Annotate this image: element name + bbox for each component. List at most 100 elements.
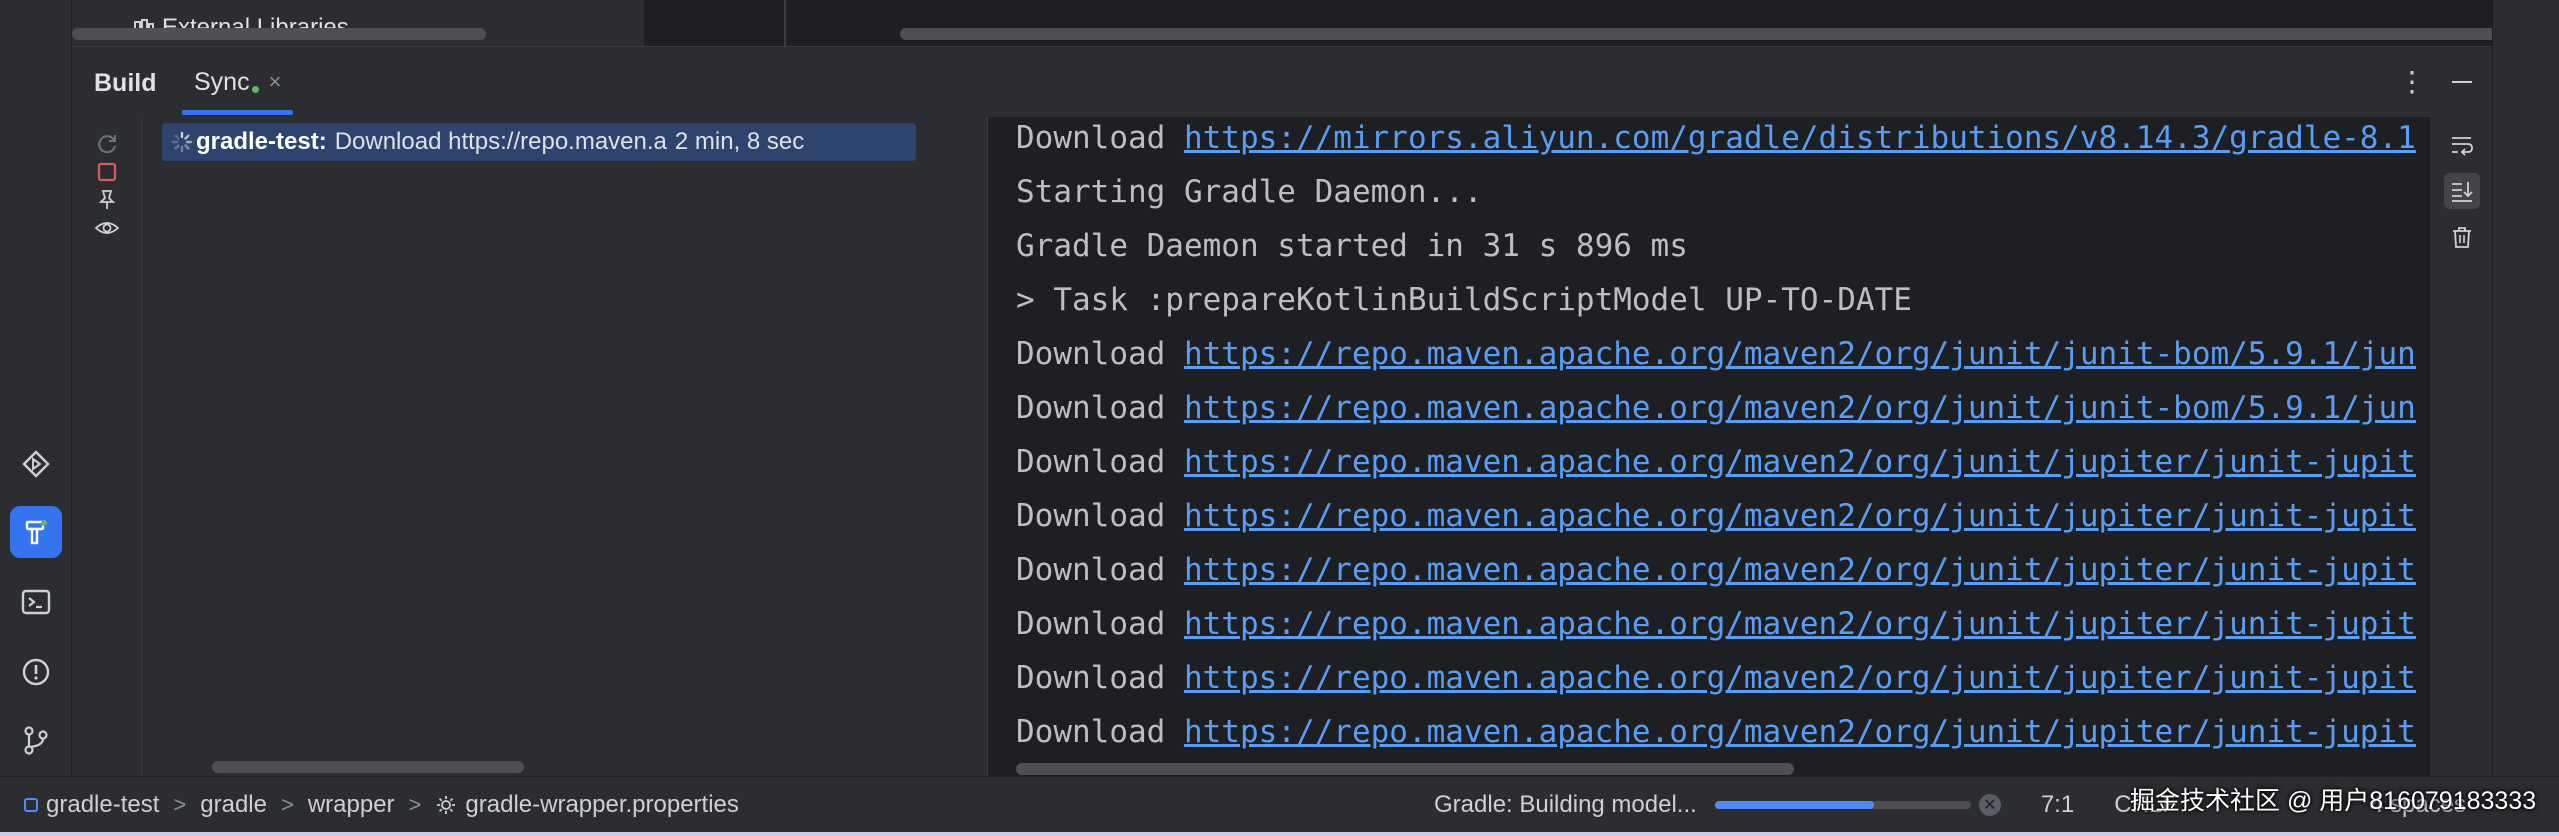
left-tool-strip [0,0,72,776]
console-output: Download https://mirrors.aliyun.com/grad… [1016,117,2416,759]
console-link[interactable]: https://repo.maven.apache.org/maven2/org… [1184,444,2416,480]
clear-console-button[interactable] [2444,219,2480,255]
chevron-right-icon: > [173,792,187,817]
build-tool-button[interactable] [10,506,62,558]
console-text: Download [1016,552,1184,588]
top-area: External Libraries [72,0,2504,46]
console-line: Download https://repo.maven.apache.org/m… [1016,489,2416,543]
tree-scrollbar[interactable] [72,28,486,40]
console-horizontal-scrollbar[interactable] [1016,763,1794,775]
tool-window-header: Build Sync × ⋮ [72,47,2492,117]
git-branch-icon [24,726,48,755]
build-tool-window: Build Sync × ⋮ gradle-test: Download htt… [72,46,2492,777]
console-text: Starting Gradle Daemon... [1016,174,1483,210]
breadcrumb-label: wrapper [307,791,395,818]
close-icon[interactable]: × [269,69,282,95]
problems-tool-button[interactable] [10,646,62,698]
build-project-name: gradle-test: [196,128,327,155]
console-text: > Task :prepareKotlinBuildScriptModel UP… [1016,282,1912,318]
status-right-group: Gradle: Building model... ✕ 7:1 CRLF [1434,791,2177,819]
console-link[interactable]: https://repo.maven.apache.org/maven2/org… [1184,714,2416,750]
problems-icon [22,658,50,686]
console-link[interactable]: https://repo.maven.apache.org/maven2/org… [1184,336,2416,372]
console-link[interactable]: https://repo.maven.apache.org/maven2/org… [1184,390,2416,426]
run-icon [22,450,50,478]
console-text: Download [1016,714,1184,750]
build-message: Download https://repo.maven.a [334,128,667,155]
active-tab-indicator [182,110,294,115]
window-bottom-border [0,832,2559,836]
chevron-right-icon: > [280,792,294,817]
watermark: 掘金技术社区 @ 用户816079183333 [2130,787,2537,815]
console-text: Download [1016,120,1184,156]
stop-icon [97,162,117,182]
terminal-tool-button[interactable] [10,576,62,628]
project-tree: External Libraries [72,0,644,46]
breadcrumb-label: gradle-wrapper.properties [465,791,739,818]
console-line: Download https://repo.maven.apache.org/m… [1016,597,2416,651]
breadcrumb-label: gradle-test [46,791,160,818]
minimize-icon[interactable] [2452,81,2472,83]
tool-window-title: Build [94,69,157,97]
eye-icon [94,222,120,234]
cursor-position[interactable]: 7:1 [2041,791,2074,819]
tab-label: Sync [194,67,250,96]
build-tree-panel: gradle-test: Download https://repo.maven… [142,117,987,777]
console-line: Download https://repo.maven.apache.org/m… [1016,327,2416,381]
task-progress-fill [1714,801,1874,809]
console-line: Download https://repo.maven.apache.org/m… [1016,543,2416,597]
hammer-icon [25,520,47,545]
console-link[interactable]: https://repo.maven.apache.org/maven2/org… [1184,498,2416,534]
console-line: Download https://repo.maven.apache.org/m… [1016,435,2416,489]
module-icon [24,798,38,812]
build-toolbar [72,117,142,777]
scroll-to-end-button[interactable] [2444,173,2480,209]
console-line: Download https://repo.maven.apache.org/m… [1016,705,2416,759]
breadcrumb-file[interactable]: gradle-wrapper.properties [435,791,739,819]
console-link[interactable]: https://mirrors.aliyun.com/gradle/distri… [1184,120,2416,156]
tree-horizontal-scrollbar[interactable] [212,761,524,773]
editor-scrollbar[interactable] [900,28,2504,40]
tab-sync[interactable]: Sync × [182,47,294,117]
background-task-label[interactable]: Gradle: Building model... [1434,791,1697,819]
console-text: Download [1016,390,1184,426]
console-line: Starting Gradle Daemon... [1016,165,2416,219]
console-text: Download [1016,660,1184,696]
right-tool-strip [2492,0,2559,776]
task-progress-bar [1714,801,1971,809]
console-text: Download [1016,498,1184,534]
console-link[interactable]: https://repo.maven.apache.org/maven2/org… [1184,660,2416,696]
editor-gutter-divider [784,0,786,46]
console-text: Download [1016,336,1184,372]
cancel-task-icon[interactable]: ✕ [1978,794,2001,816]
build-tree-row[interactable]: gradle-test: Download https://repo.maven… [162,123,916,161]
chevron-right-icon: > [408,792,422,817]
breadcrumb-wrapper[interactable]: wrapper [308,791,395,819]
console-line: Download https://repo.maven.apache.org/m… [1016,381,2416,435]
soft-wrap-icon [2452,137,2473,156]
run-tool-button[interactable] [10,438,62,490]
more-options-icon[interactable]: ⋮ [2398,65,2426,98]
breadcrumb-gradle[interactable]: gradle [200,791,267,819]
gear-icon [437,796,456,814]
console-line: Download https://repo.maven.apache.org/m… [1016,651,2416,705]
console-text: Download [1016,606,1184,642]
status-bar: gradle-test > gradle > wrapper > gradle-… [0,776,2559,832]
console-link[interactable]: https://repo.maven.apache.org/maven2/org… [1184,606,2416,642]
console-line: Gradle Daemon started in 31 s 896 ms [1016,219,2416,273]
git-tool-button[interactable] [10,714,62,766]
build-duration: 2 min, 8 sec [674,128,805,155]
terminal-icon [21,589,51,615]
console-side-toolbar [2430,117,2492,777]
soft-wrap-button[interactable] [2444,127,2480,163]
breadcrumb-label: gradle [200,791,267,818]
build-console: Download https://mirrors.aliyun.com/grad… [987,117,2492,777]
console-text: Gradle Daemon started in 31 s 896 ms [1016,228,1688,264]
refresh-icon [98,135,116,154]
console-line: Download https://mirrors.aliyun.com/grad… [1016,117,2416,165]
console-text: Download [1016,444,1184,480]
console-link[interactable]: https://repo.maven.apache.org/maven2/org… [1184,552,2416,588]
view-options-button[interactable] [90,211,124,245]
breadcrumb-project[interactable]: gradle-test [24,791,159,819]
loading-spinner-icon [171,131,193,153]
